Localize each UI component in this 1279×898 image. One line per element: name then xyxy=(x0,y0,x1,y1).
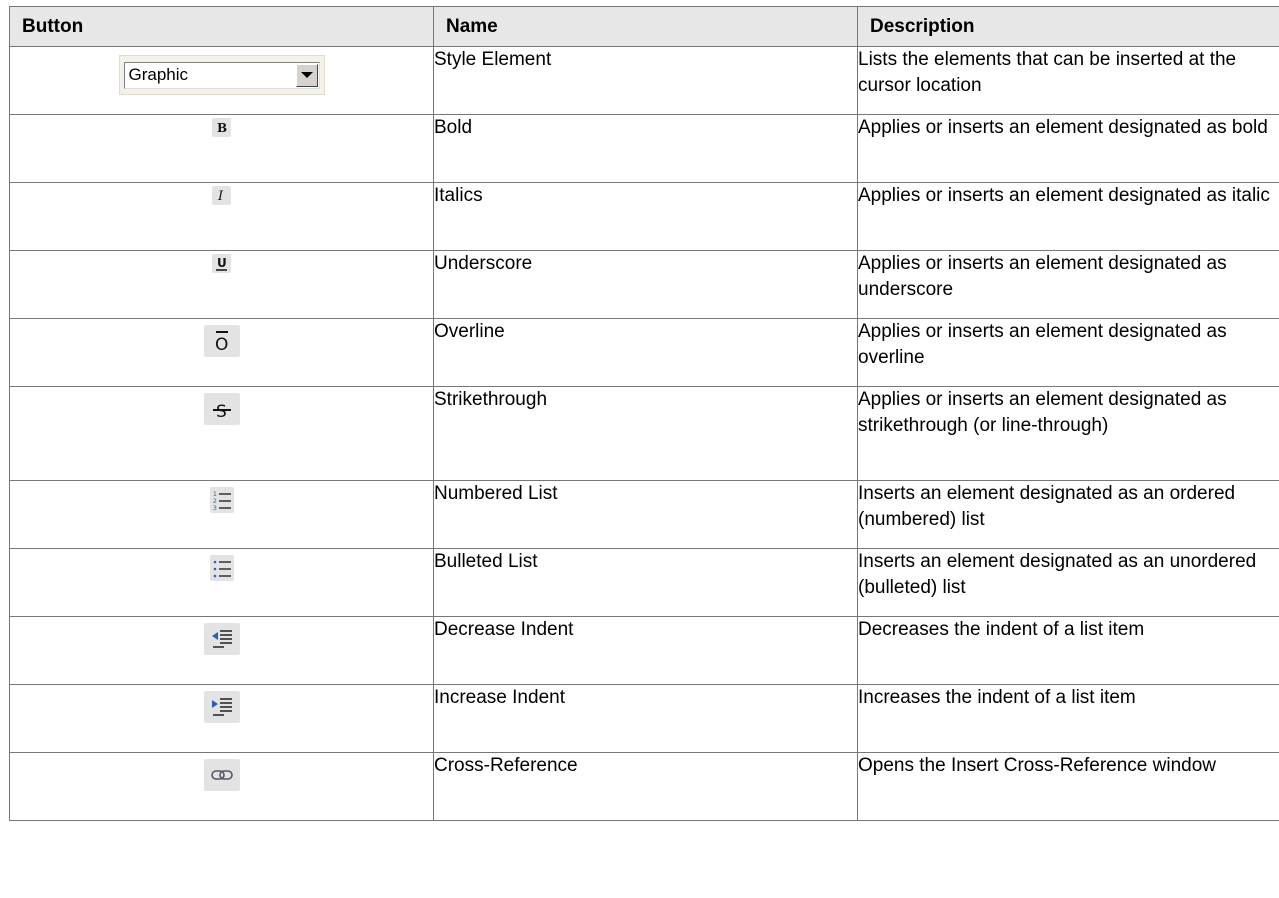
button-cell: B xyxy=(9,114,434,183)
table-row: Bulleted List Inserts an element designa… xyxy=(9,548,1279,617)
strikethrough-icon[interactable]: S xyxy=(203,393,240,425)
name-cell: Increase Indent xyxy=(433,684,858,753)
description-cell: Increases the indent of a list item xyxy=(857,684,1279,753)
svg-text:I: I xyxy=(217,189,224,204)
name-cell: Decrease Indent xyxy=(433,616,858,685)
header-description: Description xyxy=(857,6,1279,47)
description-cell: Applies or inserts an element designated… xyxy=(857,318,1279,387)
numbered-list-icon[interactable]: 1 2 3 xyxy=(209,487,234,513)
link-icon[interactable] xyxy=(203,759,240,791)
chevron-down-icon[interactable] xyxy=(295,64,318,87)
table-row: Cross-Reference Opens the Insert Cross-R… xyxy=(9,752,1279,821)
table-row: Graphic Style Element Lists the elements… xyxy=(9,46,1279,115)
header-name: Name xyxy=(433,6,858,47)
toolbar-buttons-table: Button Name Description Graphic Style El… xyxy=(9,6,1279,821)
button-cell xyxy=(9,752,434,821)
button-cell: 1 2 3 xyxy=(9,480,434,549)
button-cell: S xyxy=(9,386,434,481)
description-cell: Applies or inserts an element designated… xyxy=(857,250,1279,319)
button-cell: O xyxy=(9,318,434,387)
button-cell xyxy=(9,616,434,685)
description-cell: Applies or inserts an element designated… xyxy=(857,182,1279,251)
svg-text:3: 3 xyxy=(213,505,217,512)
name-cell: Style Element xyxy=(433,46,858,115)
style-element-dropdown[interactable]: Graphic xyxy=(118,55,325,95)
description-cell: Inserts an element designated as an unor… xyxy=(857,548,1279,617)
name-cell: Cross-Reference xyxy=(433,752,858,821)
description-cell: Opens the Insert Cross-Reference window xyxy=(857,752,1279,821)
description-cell: Decreases the indent of a list item xyxy=(857,616,1279,685)
description-cell: Applies or inserts an element designated… xyxy=(857,114,1279,183)
name-cell: Bulleted List xyxy=(433,548,858,617)
description-cell: Lists the elements that can be inserted … xyxy=(857,46,1279,115)
underline-icon[interactable]: U xyxy=(212,254,231,273)
increase-indent-icon[interactable] xyxy=(203,691,240,723)
svg-text:U: U xyxy=(217,256,227,270)
table-row: O Overline Applies or inserts an element… xyxy=(9,318,1279,387)
button-cell: Graphic xyxy=(9,46,434,115)
table-row: 1 2 3 Numbered List Inserts an element d… xyxy=(9,480,1279,549)
button-cell xyxy=(9,548,434,617)
name-cell: Numbered List xyxy=(433,480,858,549)
svg-text:B: B xyxy=(217,121,227,135)
button-cell xyxy=(9,684,434,753)
table-row: Decrease Indent Decreases the indent of … xyxy=(9,616,1279,685)
table-row: I Italics Applies or inserts an element … xyxy=(9,182,1279,251)
table-header-row: Button Name Description xyxy=(9,6,1279,47)
svg-text:O: O xyxy=(215,335,228,355)
bulleted-list-icon[interactable] xyxy=(209,555,234,581)
name-cell: Overline xyxy=(433,318,858,387)
name-cell: Bold xyxy=(433,114,858,183)
name-cell: Strikethrough xyxy=(433,386,858,481)
table-row: U Underscore Applies or inserts an eleme… xyxy=(9,250,1279,319)
button-cell: U xyxy=(9,250,434,319)
svg-text:2: 2 xyxy=(213,498,217,505)
bold-icon[interactable]: B xyxy=(212,118,231,137)
svg-text:1: 1 xyxy=(213,491,217,498)
description-cell: Inserts an element designated as an orde… xyxy=(857,480,1279,549)
table-row: B Bold Applies or inserts an element des… xyxy=(9,114,1279,183)
italic-icon[interactable]: I xyxy=(212,186,231,205)
svg-text:S: S xyxy=(216,402,227,422)
name-cell: Italics xyxy=(433,182,858,251)
table-row: S Strikethrough Applies or inserts an el… xyxy=(9,386,1279,481)
description-cell: Applies or inserts an element designated… xyxy=(857,386,1279,481)
header-button: Button xyxy=(9,6,434,47)
decrease-indent-icon[interactable] xyxy=(203,623,240,655)
overline-icon[interactable]: O xyxy=(203,325,240,357)
button-cell: I xyxy=(9,182,434,251)
name-cell: Underscore xyxy=(433,250,858,319)
style-element-value: Graphic xyxy=(128,65,189,84)
table-row: Increase Indent Increases the indent of … xyxy=(9,684,1279,753)
